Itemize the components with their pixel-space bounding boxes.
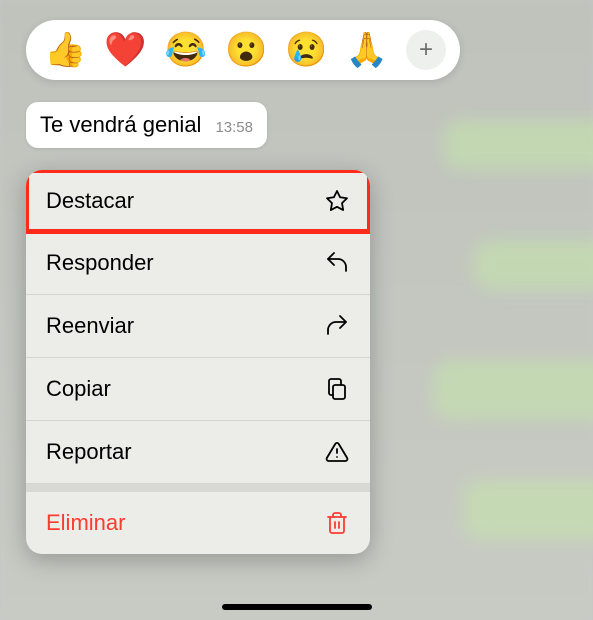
menu-label: Destacar	[46, 188, 134, 214]
menu-label: Copiar	[46, 376, 111, 402]
reaction-laugh[interactable]: 😂	[165, 33, 207, 67]
reply-icon	[324, 250, 350, 276]
reaction-pray[interactable]: 🙏	[346, 33, 388, 67]
reaction-thumbs-up[interactable]: 👍	[44, 33, 86, 67]
menu-item-destacar[interactable]: Destacar	[26, 170, 370, 234]
menu-item-reenviar[interactable]: Reenviar	[26, 295, 370, 358]
menu-item-copiar[interactable]: Copiar	[26, 358, 370, 421]
message-time: 13:58	[215, 119, 253, 136]
add-reaction-button[interactable]: +	[406, 30, 446, 70]
menu-label: Reenviar	[46, 313, 134, 339]
warning-icon	[324, 439, 350, 465]
menu-label: Eliminar	[46, 510, 125, 536]
menu-item-reportar[interactable]: Reportar	[26, 421, 370, 484]
menu-item-eliminar[interactable]: Eliminar	[26, 492, 370, 554]
context-menu: Destacar Responder Reenviar Copiar Repor	[26, 170, 370, 554]
star-icon	[324, 188, 350, 214]
menu-separator	[26, 484, 370, 492]
menu-label: Responder	[46, 250, 154, 276]
copy-icon	[324, 376, 350, 402]
home-indicator[interactable]	[222, 604, 372, 610]
reactions-bar: 👍 ❤️ 😂 😮 😢 🙏 +	[26, 20, 460, 80]
message-bubble[interactable]: Te vendrá genial 13:58	[26, 102, 267, 148]
menu-label: Reportar	[46, 439, 132, 465]
reaction-heart[interactable]: ❤️	[104, 33, 146, 67]
trash-icon	[324, 510, 350, 536]
forward-icon	[324, 313, 350, 339]
reaction-surprised[interactable]: 😮	[225, 33, 267, 67]
reaction-crying[interactable]: 😢	[285, 33, 327, 67]
menu-item-responder[interactable]: Responder	[26, 232, 370, 295]
message-text: Te vendrá genial	[40, 112, 201, 138]
